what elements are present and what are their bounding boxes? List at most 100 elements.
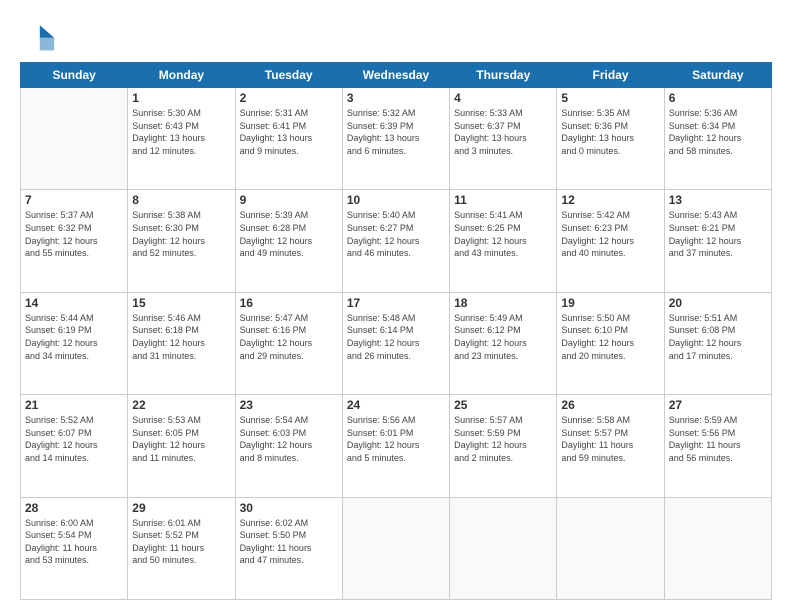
day-number: 25 (454, 398, 552, 412)
day-number: 15 (132, 296, 230, 310)
day-info: Sunrise: 5:38 AM Sunset: 6:30 PM Dayligh… (132, 209, 230, 259)
day-info: Sunrise: 5:36 AM Sunset: 6:34 PM Dayligh… (669, 107, 767, 157)
day-number: 29 (132, 501, 230, 515)
calendar-cell: 18Sunrise: 5:49 AM Sunset: 6:12 PM Dayli… (450, 292, 557, 394)
calendar-cell: 11 Sunrise: 5:41 AM Sunset: 6:25 PM Dayli… (450, 190, 557, 292)
day-info: Sunrise: 5:32 AM Sunset: 6:39 PM Dayligh… (347, 107, 445, 157)
calendar-cell: 14 Sunrise: 5:44 AM Sunset: 6:19 PM Dayli… (21, 292, 128, 394)
weekday-header-thursday: Thursday (450, 63, 557, 88)
calendar-cell: 16 Sunrise: 5:47 AM Sunset: 6:16 PM Dayli… (235, 292, 342, 394)
day-info: Sunrise: 5:31 AM Sunset: 6:41 PM Dayligh… (240, 107, 338, 157)
weekday-header-wednesday: Wednesday (342, 63, 449, 88)
day-number: 6 (669, 91, 767, 105)
day-number: 22 (132, 398, 230, 412)
page: SundayMondayTuesdayWednesdayThursdayFrid… (0, 0, 792, 612)
day-info: Sunrise: 5:47 AM Sunset: 6:16 PM Dayligh… (240, 312, 338, 362)
calendar-cell: 28 Sunrise: 6:00 AM Sunset: 5:54 PM Dayli… (21, 497, 128, 599)
logo (20, 18, 60, 54)
calendar-cell: 10 Sunrise: 5:40 AM Sunset: 6:27 PM Dayli… (342, 190, 449, 292)
day-number: 9 (240, 193, 338, 207)
day-number: 21 (25, 398, 123, 412)
weekday-header-sunday: Sunday (21, 63, 128, 88)
day-info: Sunrise: 5:30 AM Sunset: 6:43 PM Dayligh… (132, 107, 230, 157)
day-number: 30 (240, 501, 338, 515)
calendar-cell: 15 Sunrise: 5:46 AM Sunset: 6:18 PM Dayli… (128, 292, 235, 394)
calendar-cell (557, 497, 664, 599)
day-number: 5 (561, 91, 659, 105)
day-number: 16 (240, 296, 338, 310)
day-number: 8 (132, 193, 230, 207)
day-number: 27 (669, 398, 767, 412)
calendar-cell: 2 Sunrise: 5:31 AM Sunset: 6:41 PM Daylig… (235, 88, 342, 190)
day-info: Sunrise: 5:43 AM Sunset: 6:21 PM Dayligh… (669, 209, 767, 259)
day-info: Sunrise: 6:00 AM Sunset: 5:54 PM Dayligh… (25, 517, 123, 567)
day-number: 11 (454, 193, 552, 207)
day-info: Sunrise: 5:37 AM Sunset: 6:32 PM Dayligh… (25, 209, 123, 259)
calendar-cell (342, 497, 449, 599)
day-number: 20 (669, 296, 767, 310)
calendar-cell: 7 Sunrise: 5:37 AM Sunset: 6:32 PM Daylig… (21, 190, 128, 292)
day-number: 10 (347, 193, 445, 207)
day-info: Sunrise: 5:56 AM Sunset: 6:01 PM Dayligh… (347, 414, 445, 464)
calendar-cell: 19Sunrise: 5:50 AM Sunset: 6:10 PM Dayli… (557, 292, 664, 394)
day-info: Sunrise: 5:33 AM Sunset: 6:37 PM Dayligh… (454, 107, 552, 157)
day-info: Sunrise: 5:41 AM Sunset: 6:25 PM Dayligh… (454, 209, 552, 259)
calendar-cell: 20 Sunrise: 5:51 AM Sunset: 6:08 PM Dayli… (664, 292, 771, 394)
calendar-cell: 24 Sunrise: 5:56 AM Sunset: 6:01 PM Dayli… (342, 395, 449, 497)
calendar-cell: 29 Sunrise: 6:01 AM Sunset: 5:52 PM Dayli… (128, 497, 235, 599)
day-number: 18 (454, 296, 552, 310)
calendar-week-2: 7 Sunrise: 5:37 AM Sunset: 6:32 PM Daylig… (21, 190, 772, 292)
calendar-cell (664, 497, 771, 599)
calendar-cell: 6 Sunrise: 5:36 AM Sunset: 6:34 PM Daylig… (664, 88, 771, 190)
calendar-cell (21, 88, 128, 190)
day-number: 23 (240, 398, 338, 412)
calendar-cell: 3 Sunrise: 5:32 AM Sunset: 6:39 PM Daylig… (342, 88, 449, 190)
day-info: Sunrise: 5:48 AM Sunset: 6:14 PM Dayligh… (347, 312, 445, 362)
day-number: 4 (454, 91, 552, 105)
calendar-cell: 30Sunrise: 6:02 AM Sunset: 5:50 PM Dayli… (235, 497, 342, 599)
calendar-cell: 17 Sunrise: 5:48 AM Sunset: 6:14 PM Dayli… (342, 292, 449, 394)
calendar-week-5: 28 Sunrise: 6:00 AM Sunset: 5:54 PM Dayli… (21, 497, 772, 599)
weekday-header-tuesday: Tuesday (235, 63, 342, 88)
day-info: Sunrise: 5:51 AM Sunset: 6:08 PM Dayligh… (669, 312, 767, 362)
day-info: Sunrise: 5:58 AM Sunset: 5:57 PM Dayligh… (561, 414, 659, 464)
calendar-cell: 27 Sunrise: 5:59 AM Sunset: 5:56 PM Dayli… (664, 395, 771, 497)
calendar-cell: 21 Sunrise: 5:52 AM Sunset: 6:07 PM Dayli… (21, 395, 128, 497)
calendar-cell: 12Sunrise: 5:42 AM Sunset: 6:23 PM Dayli… (557, 190, 664, 292)
calendar-cell: 23 Sunrise: 5:54 AM Sunset: 6:03 PM Dayli… (235, 395, 342, 497)
logo-icon (20, 18, 56, 54)
calendar-cell: 9 Sunrise: 5:39 AM Sunset: 6:28 PM Daylig… (235, 190, 342, 292)
calendar-week-4: 21 Sunrise: 5:52 AM Sunset: 6:07 PM Dayli… (21, 395, 772, 497)
day-info: Sunrise: 6:01 AM Sunset: 5:52 PM Dayligh… (132, 517, 230, 567)
day-info: Sunrise: 5:39 AM Sunset: 6:28 PM Dayligh… (240, 209, 338, 259)
day-number: 24 (347, 398, 445, 412)
weekday-header-row: SundayMondayTuesdayWednesdayThursdayFrid… (21, 63, 772, 88)
day-number: 2 (240, 91, 338, 105)
day-info: Sunrise: 5:40 AM Sunset: 6:27 PM Dayligh… (347, 209, 445, 259)
calendar-cell: 1 Sunrise: 5:30 AM Sunset: 6:43 PM Daylig… (128, 88, 235, 190)
day-number: 3 (347, 91, 445, 105)
day-number: 14 (25, 296, 123, 310)
day-number: 28 (25, 501, 123, 515)
day-info: Sunrise: 5:57 AM Sunset: 5:59 PM Dayligh… (454, 414, 552, 464)
day-info: Sunrise: 5:52 AM Sunset: 6:07 PM Dayligh… (25, 414, 123, 464)
day-number: 7 (25, 193, 123, 207)
day-info: Sunrise: 5:44 AM Sunset: 6:19 PM Dayligh… (25, 312, 123, 362)
calendar-week-3: 14 Sunrise: 5:44 AM Sunset: 6:19 PM Dayli… (21, 292, 772, 394)
calendar-cell: 22Sunrise: 5:53 AM Sunset: 6:05 PM Dayli… (128, 395, 235, 497)
calendar-cell (450, 497, 557, 599)
day-info: Sunrise: 5:46 AM Sunset: 6:18 PM Dayligh… (132, 312, 230, 362)
calendar-cell: 8 Sunrise: 5:38 AM Sunset: 6:30 PM Daylig… (128, 190, 235, 292)
calendar-cell: 5 Sunrise: 5:35 AM Sunset: 6:36 PM Daylig… (557, 88, 664, 190)
weekday-header-monday: Monday (128, 63, 235, 88)
day-number: 17 (347, 296, 445, 310)
day-info: Sunrise: 5:54 AM Sunset: 6:03 PM Dayligh… (240, 414, 338, 464)
day-number: 1 (132, 91, 230, 105)
calendar-week-1: 1 Sunrise: 5:30 AM Sunset: 6:43 PM Daylig… (21, 88, 772, 190)
day-info: Sunrise: 5:35 AM Sunset: 6:36 PM Dayligh… (561, 107, 659, 157)
weekday-header-saturday: Saturday (664, 63, 771, 88)
calendar-cell: 25 Sunrise: 5:57 AM Sunset: 5:59 PM Dayli… (450, 395, 557, 497)
day-info: Sunrise: 5:59 AM Sunset: 5:56 PM Dayligh… (669, 414, 767, 464)
day-info: Sunrise: 5:42 AM Sunset: 6:23 PM Dayligh… (561, 209, 659, 259)
header (20, 18, 772, 54)
